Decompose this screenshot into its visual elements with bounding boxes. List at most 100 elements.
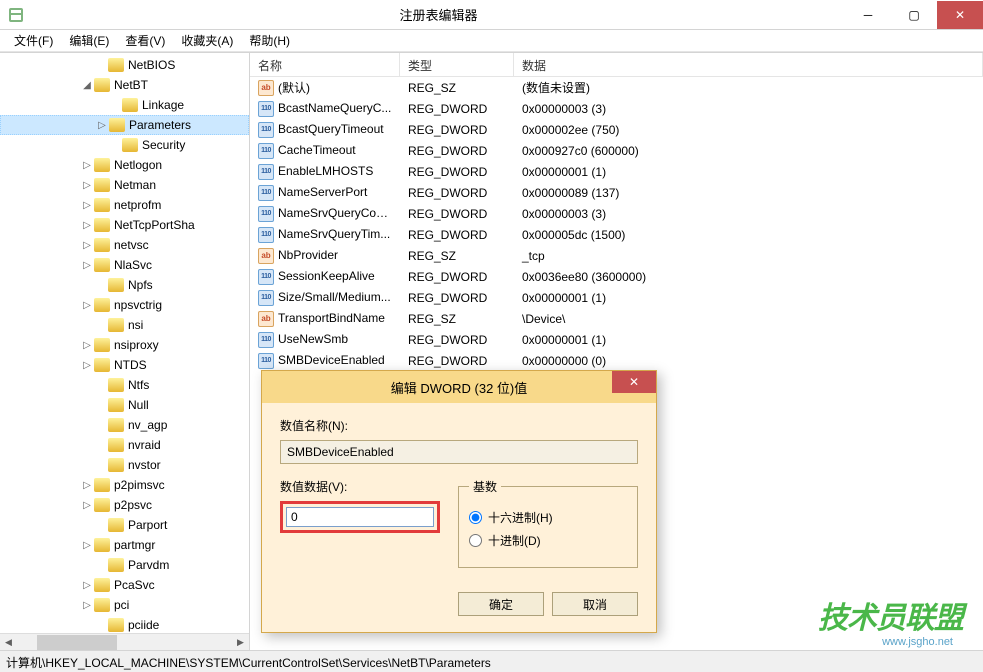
menu-view[interactable]: 查看(V) xyxy=(117,29,173,52)
cancel-button[interactable]: 取消 xyxy=(552,592,638,616)
list-row[interactable]: NameServerPortREG_DWORD0x00000089 (137) xyxy=(250,182,983,203)
tree-expand-icon[interactable]: ▷ xyxy=(80,540,94,551)
list-row[interactable]: (默认)REG_SZ(数值未设置) xyxy=(250,77,983,98)
list-row[interactable]: NameSrvQueryTim...REG_DWORD0x000005dc (1… xyxy=(250,224,983,245)
list-row[interactable]: EnableLMHOSTSREG_DWORD0x00000001 (1) xyxy=(250,161,983,182)
tree-item[interactable]: ▷ PcaSvc xyxy=(0,575,249,595)
tree-expand-icon[interactable]: ▷ xyxy=(80,500,94,511)
radio-dec[interactable] xyxy=(469,534,482,547)
list-row[interactable]: TransportBindNameREG_SZ\Device\ xyxy=(250,308,983,329)
cell-data: 0x000005dc (1500) xyxy=(514,226,983,244)
tree-expand-icon[interactable]: ▷ xyxy=(80,600,94,611)
tree-expand-icon[interactable]: ▷ xyxy=(80,360,94,371)
list-row[interactable]: SessionKeepAliveREG_DWORD0x0036ee80 (360… xyxy=(250,266,983,287)
tree-item[interactable]: NetBIOS xyxy=(0,55,249,75)
tree-expand-icon[interactable]: ▷ xyxy=(80,200,94,211)
list-row[interactable]: SMBDeviceEnabledREG_DWORD0x00000000 (0) xyxy=(250,350,983,371)
scroll-thumb[interactable] xyxy=(37,635,117,650)
list-row[interactable]: Size/Small/Medium...REG_DWORD0x00000001 … xyxy=(250,287,983,308)
tree-item[interactable]: ▷p2psvc xyxy=(0,495,249,515)
scroll-right-button[interactable]: ▶ xyxy=(232,634,249,650)
menu-file[interactable]: 文件(F) xyxy=(6,29,61,52)
tree-item[interactable]: nv_agp xyxy=(0,415,249,435)
maximize-button[interactable]: ▢ xyxy=(891,1,937,29)
titlebar: 注册表编辑器 ─ ▢ ✕ xyxy=(0,0,983,30)
cell-type: REG_SZ xyxy=(400,247,514,265)
list-row[interactable]: BcastNameQueryC...REG_DWORD0x00000003 (3… xyxy=(250,98,983,119)
menu-edit[interactable]: 编辑(E) xyxy=(61,29,117,52)
tree-item[interactable]: ▷Netman xyxy=(0,175,249,195)
tree-expand-icon[interactable]: ▷ xyxy=(95,120,109,131)
tree-item-label: Parport xyxy=(128,518,167,532)
tree-item[interactable]: ▷npsvctrig xyxy=(0,295,249,315)
tree-item[interactable]: ▷nsiproxy xyxy=(0,335,249,355)
tree-item[interactable]: Parport xyxy=(0,515,249,535)
folder-icon xyxy=(108,378,124,392)
value-name-field[interactable] xyxy=(280,440,638,464)
tree-item[interactable]: ▷netprofm xyxy=(0,195,249,215)
list-row[interactable]: NameSrvQueryCountREG_DWORD0x00000003 (3) xyxy=(250,203,983,224)
tree-item[interactable]: ▷ Parameters xyxy=(0,115,249,135)
dword-value-icon xyxy=(258,227,274,243)
list-row[interactable]: NbProviderREG_SZ_tcp xyxy=(250,245,983,266)
tree-item[interactable]: Ntfs xyxy=(0,375,249,395)
app-icon xyxy=(8,7,24,23)
list-row[interactable]: BcastQueryTimeoutREG_DWORD0x000002ee (75… xyxy=(250,119,983,140)
tree-expand-icon[interactable]: ▷ xyxy=(80,220,94,231)
tree-item[interactable]: pciide xyxy=(0,615,249,635)
tree-item[interactable]: ▷ netvsc xyxy=(0,235,249,255)
tree-item-label: netvsc xyxy=(114,238,149,252)
col-header-name[interactable]: 名称 xyxy=(250,53,400,76)
tree-item[interactable]: ▷p2pimsvc xyxy=(0,475,249,495)
tree-item-label: Parameters xyxy=(129,118,191,132)
cell-data: 0x00000000 (0) xyxy=(514,352,983,370)
tree-hscroll[interactable]: ◀ ▶ xyxy=(0,633,249,650)
folder-icon xyxy=(94,258,110,272)
folder-icon xyxy=(122,98,138,112)
tree-item[interactable]: ▷NTDS xyxy=(0,355,249,375)
scroll-track[interactable] xyxy=(17,634,232,650)
tree-expand-icon[interactable]: ▷ xyxy=(80,580,94,591)
tree-item[interactable]: ▷NetTcpPortSha xyxy=(0,215,249,235)
tree-item[interactable]: ▷NlaSvc xyxy=(0,255,249,275)
dialog-titlebar[interactable]: 编辑 DWORD (32 位)值 ✕ xyxy=(262,371,656,403)
ok-button[interactable]: 确定 xyxy=(458,592,544,616)
close-button[interactable]: ✕ xyxy=(937,1,983,29)
radio-dec-label: 十进制(D) xyxy=(488,532,541,549)
tree-expand-icon[interactable]: ▷ xyxy=(80,180,94,191)
tree-item-label: PcaSvc xyxy=(114,578,155,592)
dialog-close-button[interactable]: ✕ xyxy=(612,371,656,393)
tree-expand-icon[interactable]: ▷ xyxy=(80,340,94,351)
folder-icon xyxy=(94,78,110,92)
tree-expand-icon[interactable]: ▷ xyxy=(80,240,94,251)
col-header-data[interactable]: 数据 xyxy=(514,53,983,76)
tree-expand-icon[interactable]: ◢ xyxy=(80,80,94,91)
tree-item[interactable]: ▷partmgr xyxy=(0,535,249,555)
tree-expand-icon[interactable]: ▷ xyxy=(80,480,94,491)
list-row[interactable]: UseNewSmbREG_DWORD0x00000001 (1) xyxy=(250,329,983,350)
radio-hex[interactable] xyxy=(469,511,482,524)
menu-favorites[interactable]: 收藏夹(A) xyxy=(173,29,241,52)
tree-item[interactable]: nvstor xyxy=(0,455,249,475)
folder-icon xyxy=(108,418,124,432)
scroll-left-button[interactable]: ◀ xyxy=(0,634,17,650)
tree-item[interactable]: Npfs xyxy=(0,275,249,295)
tree-expand-icon[interactable]: ▷ xyxy=(80,300,94,311)
minimize-button[interactable]: ─ xyxy=(845,1,891,29)
menu-help[interactable]: 帮助(H) xyxy=(241,29,298,52)
tree-item[interactable]: Parvdm xyxy=(0,555,249,575)
tree-item[interactable]: Null xyxy=(0,395,249,415)
tree-item[interactable]: ▷pci xyxy=(0,595,249,615)
list-row[interactable]: CacheTimeoutREG_DWORD0x000927c0 (600000) xyxy=(250,140,983,161)
tree-item[interactable]: ◢NetBT xyxy=(0,75,249,95)
tree-item[interactable]: nsi xyxy=(0,315,249,335)
tree-item[interactable]: Security xyxy=(0,135,249,155)
folder-icon xyxy=(94,238,110,252)
col-header-type[interactable]: 类型 xyxy=(400,53,514,76)
tree-item[interactable]: Linkage xyxy=(0,95,249,115)
tree-item[interactable]: nvraid xyxy=(0,435,249,455)
tree-item[interactable]: ▷Netlogon xyxy=(0,155,249,175)
tree-expand-icon[interactable]: ▷ xyxy=(80,260,94,271)
tree-expand-icon[interactable]: ▷ xyxy=(80,160,94,171)
value-data-field[interactable] xyxy=(286,507,434,527)
